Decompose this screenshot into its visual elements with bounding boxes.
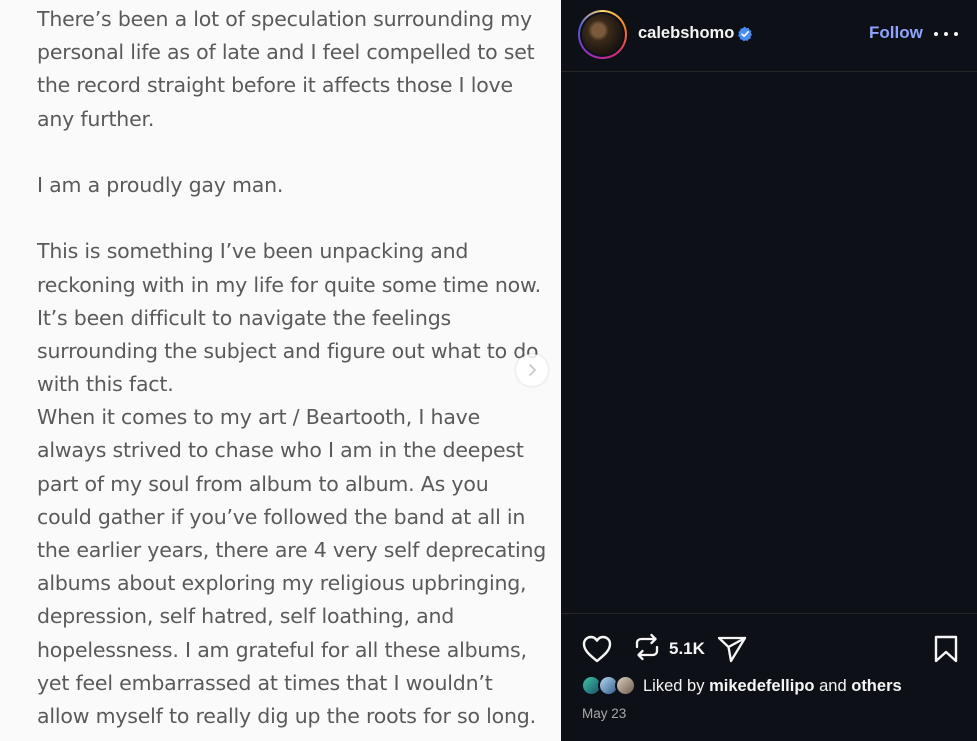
note-line: yet feel embarrassed at times that I wou…	[37, 670, 493, 695]
liker-avatars[interactable]	[581, 675, 637, 697]
comments-area	[561, 73, 977, 613]
note-line: This is something I’ve been unpacking an…	[37, 239, 469, 264]
more-options-icon[interactable]	[934, 24, 958, 44]
liked-by-others-link[interactable]: others	[851, 677, 901, 695]
liked-by-text: Liked by mikedefellipo and others	[643, 677, 902, 696]
note-line: There’s been a lot of speculation surrou…	[37, 7, 532, 31]
note-line: any further.	[37, 106, 155, 131]
username[interactable]: calebshomo	[638, 24, 734, 43]
chevron-right-icon	[529, 364, 536, 376]
liker-avatar	[615, 675, 636, 696]
post-image: There’s been a lot of speculation surrou…	[0, 0, 561, 741]
post-actions: 5.1K Liked by mikedefellipo and others M…	[561, 613, 977, 741]
note-line: albums about exploring my religious upbr…	[37, 571, 527, 596]
bookmark-icon[interactable]	[933, 634, 959, 664]
repost-icon[interactable]	[633, 632, 661, 662]
note-line: reckoning with in my life for quite some…	[37, 272, 541, 297]
note-line: the earlier years, there are 4 very self…	[37, 538, 547, 562]
send-icon[interactable]	[716, 634, 748, 664]
avatar[interactable]	[578, 10, 627, 59]
note-line: allow myself to really dig up the roots …	[37, 703, 536, 728]
likes-summary: Liked by mikedefellipo and others	[581, 674, 902, 698]
note-line: depression, self hatred, self loathing, …	[37, 604, 455, 629]
note-line: could gather if you’ve followed the band…	[37, 504, 526, 529]
follow-button[interactable]: Follow	[869, 23, 923, 43]
next-slide-button[interactable]	[516, 354, 548, 386]
verified-badge-icon	[738, 26, 752, 42]
repost-count[interactable]: 5.1K	[669, 639, 705, 659]
note-line: surrounding the subject and figure out w…	[37, 338, 539, 363]
post-date[interactable]: May 23	[582, 706, 626, 721]
note-line: personal life as of late and I feel comp…	[37, 40, 535, 65]
note-line: the record straight before it affects th…	[37, 73, 513, 98]
post-sidebar: calebshomo Follow 5.1K Liked by mikedefe…	[561, 0, 977, 741]
note-line: with this fact.	[37, 372, 174, 397]
note-line: part of my soul from album to album. As …	[37, 471, 489, 496]
liked-by-middle: and	[819, 676, 847, 695]
post-header: calebshomo Follow	[561, 0, 977, 72]
liked-by-prefix: Liked by	[643, 676, 705, 695]
note-line: hopelessness. I am grateful for all thes…	[37, 637, 527, 662]
avatar-image	[582, 14, 623, 55]
note-line: always strived to chase who I am in the …	[37, 438, 524, 463]
note-line: It’s been difficult to navigate the feel…	[37, 305, 451, 330]
liked-by-user-link[interactable]: mikedefellipo	[709, 677, 814, 695]
post-note-text: There’s been a lot of speculation surrou…	[37, 3, 547, 733]
note-line: I am a proudly gay man.	[37, 172, 284, 197]
note-line: When it comes to my art / Beartooth, I h…	[37, 405, 481, 430]
heart-icon[interactable]	[581, 634, 613, 664]
